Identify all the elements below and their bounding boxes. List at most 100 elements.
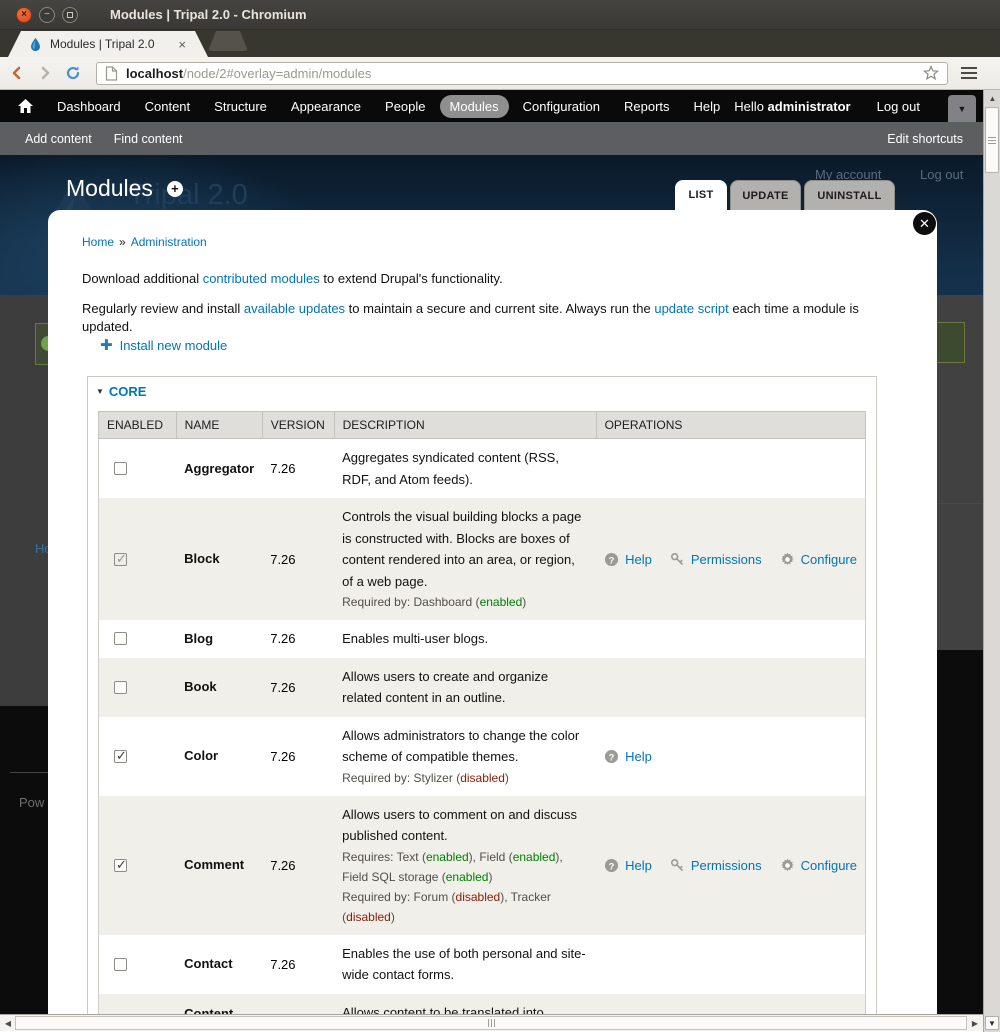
configure-operation-link[interactable]: Configure xyxy=(780,552,857,567)
url-text[interactable]: localhost/node/2#overlay=admin/modules xyxy=(126,66,923,81)
module-enabled-checkbox[interactable] xyxy=(114,750,127,763)
configure-operation-link[interactable]: Configure xyxy=(780,858,857,873)
help-operation-link[interactable]: ?Help xyxy=(604,749,652,764)
browser-menu-button[interactable] xyxy=(956,62,982,84)
admin-toolbar-item[interactable]: Help xyxy=(684,95,731,118)
breadcrumb-link[interactable]: Home xyxy=(82,235,114,249)
help-operation-link[interactable]: ?Help xyxy=(604,858,652,873)
svg-text:?: ? xyxy=(609,555,615,565)
overlay-tab[interactable]: LIST xyxy=(675,180,727,210)
tab-strip: Modules | Tripal 2.0 × xyxy=(0,30,1000,57)
admin-toolbar-item[interactable]: Appearance xyxy=(281,95,371,118)
module-description: Allows users to create and organize rela… xyxy=(334,658,596,717)
module-row: Content translation 7.26 Allows content … xyxy=(99,994,866,1015)
background-tab-stub[interactable] xyxy=(208,31,248,51)
column-header: OPERATIONS xyxy=(596,412,865,439)
module-version: 7.26 xyxy=(262,994,334,1015)
scroll-left-arrow-icon[interactable]: ◀ xyxy=(2,1017,14,1029)
edit-shortcuts-link[interactable]: Edit shortcuts xyxy=(887,132,963,146)
status-word: enabled xyxy=(480,595,523,609)
inline-link[interactable]: update script xyxy=(654,301,728,316)
tab-close-icon[interactable]: × xyxy=(178,37,186,52)
module-requirements: Required by: Stylizer (disabled) xyxy=(342,768,588,788)
module-row: Aggregator 7.26 Aggregates syndicated co… xyxy=(99,439,866,499)
overlay-tab[interactable]: UNINSTALL xyxy=(804,180,895,210)
toolbar-toggle-button[interactable]: ▼ xyxy=(948,95,976,122)
breadcrumb: Home » Administration xyxy=(82,235,207,249)
browser-tab[interactable]: Modules | Tripal 2.0 × xyxy=(8,31,208,57)
module-description: Allows administrators to change the colo… xyxy=(334,717,596,796)
permissions-icon xyxy=(670,552,685,567)
admin-toolbar-item[interactable]: Dashboard xyxy=(47,95,131,118)
vertical-scrollbar[interactable]: ▲ ▼ xyxy=(983,90,1000,1032)
breadcrumb-link[interactable]: Administration xyxy=(131,235,207,249)
install-new-module-link[interactable]: ✚ Install new module xyxy=(100,338,227,353)
window-close-button[interactable]: × xyxy=(16,7,32,23)
window-maximize-button[interactable] xyxy=(62,7,78,23)
admin-toolbar-item[interactable]: Reports xyxy=(614,95,680,118)
overlay-tabs: LISTUPDATEUNINSTALL xyxy=(0,180,983,210)
configure-icon xyxy=(780,858,795,873)
module-operations: ?Help xyxy=(604,749,857,764)
back-button[interactable] xyxy=(6,62,28,84)
overlay-close-button[interactable]: ✕ xyxy=(913,212,936,235)
help-icon: ? xyxy=(604,749,619,764)
admin-toolbar-item[interactable]: Content xyxy=(135,95,201,118)
toolbar-logout-link[interactable]: Log out xyxy=(877,99,920,114)
permissions-operation-link[interactable]: Permissions xyxy=(670,552,762,567)
home-icon[interactable] xyxy=(18,99,33,113)
admin-toolbar-item[interactable]: Structure xyxy=(204,95,277,118)
inline-link[interactable]: available updates xyxy=(244,301,345,316)
module-enabled-checkbox[interactable] xyxy=(114,553,127,566)
shortcut-bar: Add content Find content Edit shortcuts xyxy=(0,122,1000,155)
breadcrumb-separator: » xyxy=(119,235,126,249)
reload-button[interactable] xyxy=(62,62,84,84)
horizontal-scrollbar-thumb[interactable] xyxy=(15,1016,967,1030)
module-row: Comment 7.26 Allows users to comment on … xyxy=(99,796,866,935)
overlay-tab[interactable]: UPDATE xyxy=(730,180,801,210)
module-description: Enables the use of both personal and sit… xyxy=(334,935,596,994)
page-icon xyxy=(105,66,118,81)
module-description: Allows content to be translated into dif… xyxy=(334,994,596,1015)
scroll-down-arrow-icon[interactable]: ▼ xyxy=(985,1016,999,1030)
module-enabled-checkbox[interactable] xyxy=(114,958,127,971)
shortcut-link[interactable]: Find content xyxy=(114,132,183,146)
admin-toolbar-item[interactable]: Modules xyxy=(440,95,509,118)
permissions-operation-link[interactable]: Permissions xyxy=(670,858,762,873)
module-name: Content translation xyxy=(176,994,262,1015)
scroll-right-arrow-icon[interactable]: ▶ xyxy=(969,1017,981,1029)
module-version: 7.26 xyxy=(262,717,334,796)
bookmark-star-icon[interactable] xyxy=(923,65,939,81)
module-row: Block 7.26 Controls the visual building … xyxy=(99,498,866,620)
module-row: Contact 7.26 Enables the use of both per… xyxy=(99,935,866,994)
admin-toolbar-item[interactable]: Configuration xyxy=(513,95,610,118)
column-header: ENABLED xyxy=(99,412,177,439)
browser-window: × − Modules | Tripal 2.0 - Chromium Modu… xyxy=(0,0,1000,1032)
module-description: Allows users to comment on and discuss p… xyxy=(334,796,596,935)
status-word: disabled xyxy=(346,910,391,924)
window-minimize-button[interactable]: − xyxy=(39,7,55,23)
module-enabled-checkbox[interactable] xyxy=(114,681,127,694)
vertical-scrollbar-thumb[interactable] xyxy=(985,107,999,173)
url-host: localhost xyxy=(126,66,183,81)
shortcut-link[interactable]: Add content xyxy=(25,132,92,146)
module-name: Comment xyxy=(176,796,262,935)
module-enabled-checkbox[interactable] xyxy=(114,859,127,872)
address-bar[interactable]: localhost/node/2#overlay=admin/modules xyxy=(96,62,948,85)
intro-paragraph-1: Download additional contributed modules … xyxy=(82,270,897,288)
core-fieldset-legend[interactable]: ▼ CORE xyxy=(96,384,146,399)
forward-button[interactable] xyxy=(34,62,56,84)
horizontal-scrollbar[interactable]: ◀ ▶ xyxy=(0,1014,983,1031)
scroll-up-arrow-icon[interactable]: ▲ xyxy=(986,92,999,105)
window-titlebar: × − Modules | Tripal 2.0 - Chromium xyxy=(0,0,1000,30)
module-row: Color 7.26 Allows administrators to chan… xyxy=(99,717,866,796)
module-operations: ?Help Permissions Configure xyxy=(604,552,857,567)
admin-toolbar-item[interactable]: People xyxy=(375,95,435,118)
inline-link[interactable]: contributed modules xyxy=(203,271,320,286)
svg-text:?: ? xyxy=(609,752,615,762)
module-name: Blog xyxy=(176,620,262,658)
overlay-modal: Home » Administration Download additional … xyxy=(48,210,937,1014)
help-operation-link[interactable]: ?Help xyxy=(604,552,652,567)
module-enabled-checkbox[interactable] xyxy=(114,462,127,475)
module-enabled-checkbox[interactable] xyxy=(114,632,127,645)
